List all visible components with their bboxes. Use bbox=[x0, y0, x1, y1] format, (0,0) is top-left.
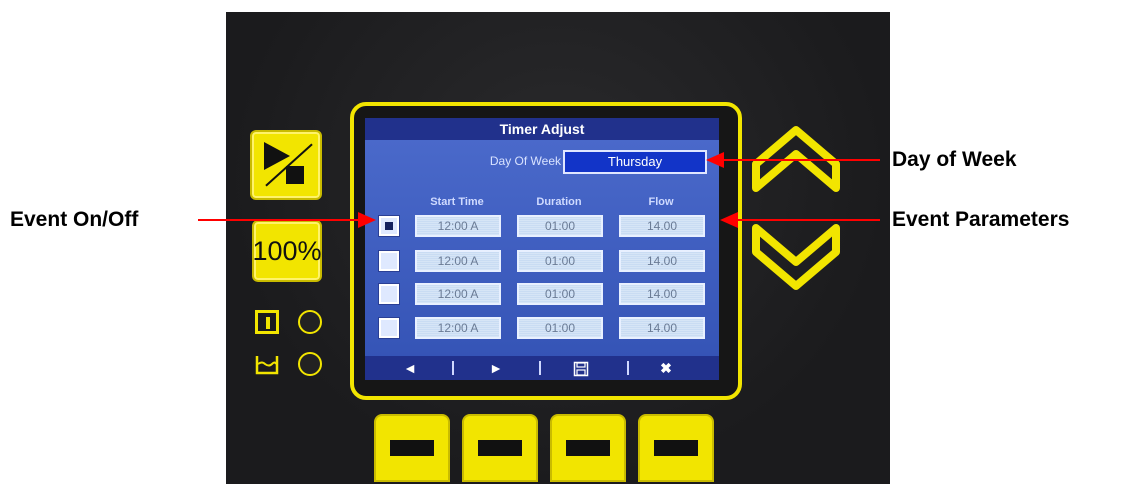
flow-field[interactable]: 14.00 bbox=[619, 317, 705, 339]
tank-status-led bbox=[298, 352, 322, 376]
arrow-head bbox=[706, 152, 724, 168]
column-header-flow: Flow bbox=[648, 196, 674, 208]
annotation-event-parameters: Event Parameters bbox=[892, 208, 1070, 231]
event-enable-checkbox[interactable] bbox=[379, 318, 399, 338]
start-time-field[interactable]: 12:00 A bbox=[415, 250, 501, 272]
screen-nav-bar: ◄ ► ✖ bbox=[365, 356, 719, 380]
dash-icon bbox=[566, 440, 610, 456]
save-icon[interactable] bbox=[569, 356, 593, 380]
pump-status-led bbox=[298, 310, 322, 334]
column-header-duration: Duration bbox=[536, 196, 582, 208]
soft-key-2[interactable] bbox=[462, 414, 538, 482]
duration-field[interactable]: 01:00 bbox=[517, 250, 603, 272]
soft-key-4[interactable] bbox=[638, 414, 714, 482]
dash-icon bbox=[654, 440, 698, 456]
annotation-line bbox=[736, 219, 880, 221]
start-time-field[interactable]: 12:00 A bbox=[415, 283, 501, 305]
flow-field[interactable]: 14.00 bbox=[619, 283, 705, 305]
duration-field[interactable]: 01:00 bbox=[517, 317, 603, 339]
cancel-icon[interactable]: ✖ bbox=[655, 356, 677, 380]
annotation-line bbox=[722, 159, 880, 161]
down-chevron-button[interactable] bbox=[748, 212, 844, 294]
dash-icon bbox=[390, 440, 434, 456]
annotation-line bbox=[198, 219, 358, 221]
annotation-day-of-week: Day of Week bbox=[892, 148, 1017, 171]
run-stop-button[interactable] bbox=[250, 130, 322, 200]
pump-indicator-icon bbox=[255, 310, 279, 334]
event-row: 12:00 A 01:00 14.00 bbox=[365, 316, 719, 342]
flow-field[interactable]: 14.00 bbox=[619, 215, 705, 237]
timer-adjust-screen: Timer Adjust Day Of Week Thursday Start … bbox=[365, 118, 719, 380]
flow-field[interactable]: 14.00 bbox=[619, 250, 705, 272]
event-enable-checkbox[interactable] bbox=[379, 216, 399, 236]
screen-title: Timer Adjust bbox=[365, 118, 719, 140]
soft-key-1[interactable] bbox=[374, 414, 450, 482]
start-time-field[interactable]: 12:00 A bbox=[415, 215, 501, 237]
duration-field[interactable]: 01:00 bbox=[517, 283, 603, 305]
arrow-head bbox=[720, 212, 738, 228]
tank-indicator-icon bbox=[255, 352, 279, 379]
nav-separator bbox=[452, 361, 454, 375]
up-chevron-button[interactable] bbox=[748, 120, 844, 202]
start-time-field[interactable]: 12:00 A bbox=[415, 317, 501, 339]
column-header-start-time: Start Time bbox=[430, 196, 484, 208]
nav-separator bbox=[539, 361, 541, 375]
event-enable-checkbox[interactable] bbox=[379, 251, 399, 271]
percent-speed-button[interactable]: 100% bbox=[252, 220, 322, 282]
next-arrow-icon[interactable]: ► bbox=[485, 356, 507, 380]
previous-arrow-icon[interactable]: ◄ bbox=[399, 356, 421, 380]
annotation-event-on-off: Event On/Off bbox=[10, 208, 139, 231]
event-row: 12:00 A 01:00 14.00 bbox=[365, 249, 719, 275]
dash-icon bbox=[478, 440, 522, 456]
day-of-week-field[interactable]: Thursday bbox=[563, 150, 707, 174]
event-row: 12:00 A 01:00 14.00 bbox=[365, 282, 719, 308]
event-row: 12:00 A 01:00 14.00 bbox=[365, 214, 719, 240]
arrow-head bbox=[358, 212, 376, 228]
soft-key-3[interactable] bbox=[550, 414, 626, 482]
event-enable-checkbox[interactable] bbox=[379, 284, 399, 304]
duration-field[interactable]: 01:00 bbox=[517, 215, 603, 237]
stop-icon bbox=[286, 166, 304, 184]
nav-separator bbox=[627, 361, 629, 375]
day-of-week-label: Day Of Week bbox=[489, 154, 561, 168]
